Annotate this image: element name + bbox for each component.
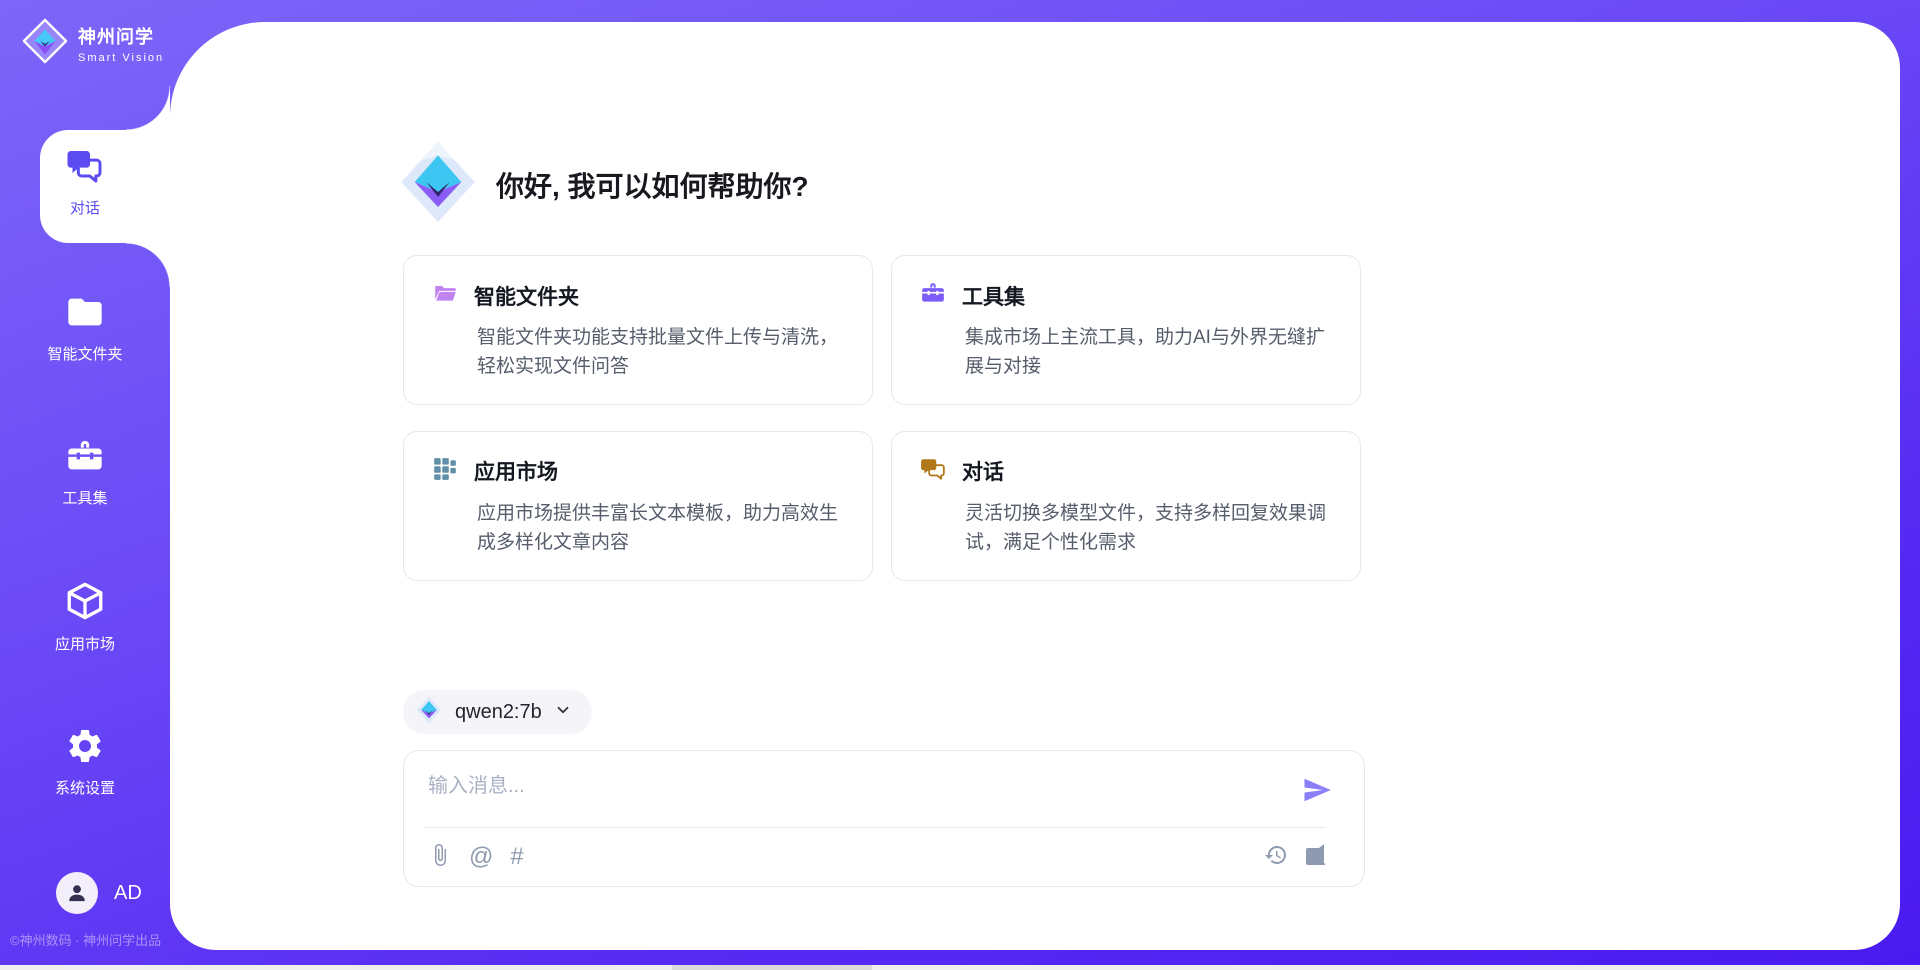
folder-icon: [65, 292, 105, 332]
chat-icon: [65, 146, 105, 186]
gear-icon: [65, 726, 105, 766]
user-initials: AD: [114, 882, 142, 905]
toolbox-icon: [65, 436, 105, 476]
card-description: 集成市场上主流工具，助力AI与外界无缝扩展与对接: [965, 323, 1334, 382]
card-title: 智能文件夹: [474, 281, 579, 311]
sidebar: 神州问学 Smart Vision 对话 智能文件夹: [0, 0, 170, 970]
copyright-text: ©神州数码 · 神州问学出品: [10, 930, 161, 949]
message-input[interactable]: [428, 769, 1268, 821]
brand-diamond-icon: [22, 18, 68, 69]
sidebar-item-settings[interactable]: 系统设置: [0, 726, 170, 798]
scrollbar-thumb[interactable]: [672, 965, 872, 970]
sidebar-item-label: 应用市场: [55, 633, 115, 654]
send-icon[interactable]: [1302, 775, 1332, 810]
greeting-header: 你好, 我可以如何帮助你?: [398, 140, 809, 229]
sidebar-item-label: 智能文件夹: [47, 343, 122, 364]
card-title: 工具集: [962, 281, 1025, 311]
card-description: 智能文件夹功能支持批量文件上传与清洗，轻松实现文件问答: [477, 323, 846, 382]
sidebar-item-toolkit[interactable]: 工具集: [0, 436, 170, 508]
sidebar-item-label: 系统设置: [55, 777, 115, 798]
chevron-down-icon: [554, 701, 572, 724]
hashtag-icon[interactable]: #: [510, 845, 523, 869]
sidebar-item-chat[interactable]: 对话: [0, 146, 170, 218]
chat-icon: [920, 456, 946, 487]
card-smart-folder[interactable]: 智能文件夹 智能文件夹功能支持批量文件上传与清洗，轻松实现文件问答: [403, 255, 873, 405]
greeting-title: 你好, 我可以如何帮助你?: [496, 165, 809, 205]
card-toolkit[interactable]: 工具集 集成市场上主流工具，助力AI与外界无缝扩展与对接: [891, 255, 1361, 405]
chat-bubble-icon[interactable]: [1304, 843, 1328, 872]
message-composer: @ #: [403, 750, 1365, 887]
horizontal-scrollbar[interactable]: [0, 965, 1920, 970]
sidebar-item-label: 工具集: [62, 487, 107, 508]
app-title: 神州问学: [78, 23, 164, 49]
cube-icon: [64, 580, 106, 622]
card-title: 对话: [962, 456, 1004, 486]
user-profile[interactable]: AD: [56, 872, 142, 914]
card-description: 应用市场提供丰富长文本模板，助力高效生成多样化文章内容: [477, 499, 846, 558]
greeting-logo-icon: [398, 140, 478, 229]
sidebar-item-smart-folder[interactable]: 智能文件夹: [0, 292, 170, 364]
feature-cards: 智能文件夹 智能文件夹功能支持批量文件上传与清洗，轻松实现文件问答 工具集 集成…: [403, 255, 1365, 581]
toolbox-icon: [920, 280, 946, 311]
sidebar-item-app-market[interactable]: 应用市场: [0, 580, 170, 654]
folder-open-icon: [432, 280, 458, 311]
card-description: 灵活切换多模型文件，支持多样回复效果调试，满足个性化需求: [965, 499, 1334, 558]
card-title: 应用市场: [474, 456, 558, 486]
grid-icon: [432, 456, 458, 487]
card-app-market[interactable]: 应用市场 应用市场提供丰富长文本模板，助力高效生成多样化文章内容: [403, 431, 873, 581]
model-name: qwen2:7b: [455, 701, 542, 724]
history-icon[interactable]: [1264, 843, 1288, 872]
model-selector[interactable]: qwen2:7b: [403, 690, 592, 734]
app-subtitle: Smart Vision: [78, 52, 164, 64]
avatar: [56, 872, 98, 914]
attach-file-icon[interactable]: [428, 843, 452, 872]
card-chat[interactable]: 对话 灵活切换多模型文件，支持多样回复效果调试，满足个性化需求: [891, 431, 1361, 581]
sidebar-item-label: 对话: [70, 197, 100, 218]
model-diamond-icon: [415, 696, 443, 729]
mention-icon[interactable]: @: [469, 845, 493, 869]
brand-logo: 神州问学 Smart Vision: [22, 18, 164, 69]
